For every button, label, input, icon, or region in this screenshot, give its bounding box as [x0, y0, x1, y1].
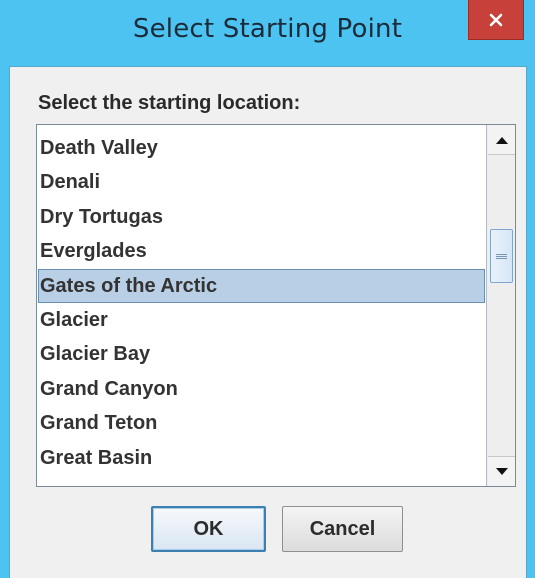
location-list-item[interactable]: Gates of the Arctic [38, 268, 485, 303]
location-list-item[interactable]: Glacier Bay [38, 337, 485, 371]
location-list-item[interactable]: Grand Canyon [38, 372, 485, 406]
location-list-item[interactable]: Great Basin [38, 441, 485, 475]
scroll-thumb[interactable] [490, 229, 513, 283]
prompt-label: Select the starting location: [38, 92, 301, 114]
location-list-item[interactable]: Denali [38, 165, 485, 199]
ok-button[interactable]: OK [151, 506, 266, 552]
close-button[interactable] [468, 0, 524, 40]
location-list-item[interactable]: Dry Tortugas [38, 200, 485, 234]
scroll-track[interactable] [488, 155, 515, 456]
cancel-button[interactable]: Cancel [282, 506, 403, 552]
grip-lines-icon [496, 253, 507, 260]
location-list-item[interactable]: Glacier [38, 303, 485, 337]
dialog-body: Select the starting location: Death Vall… [9, 66, 527, 578]
location-list-items: Death Valley Denali Dry Tortugas Everglades… [37, 125, 486, 486]
title-bar[interactable]: Select Starting Point [0, 0, 535, 66]
location-list[interactable]: Death Valley Denali Dry Tortugas Everglades… [36, 124, 516, 487]
arrow-up-icon [495, 136, 508, 144]
window-title: Select Starting Point [132, 14, 403, 44]
arrow-down-icon [495, 467, 508, 475]
location-list-item[interactable]: Everglades [38, 234, 485, 268]
dialog-window: Select Starting Point Select the startin… [0, 0, 535, 578]
close-x-icon [489, 13, 503, 26]
vertical-scrollbar[interactable] [486, 125, 515, 486]
scroll-up-button[interactable] [488, 125, 515, 155]
location-list-item[interactable]: Grand Teton [38, 406, 485, 440]
scroll-down-button[interactable] [488, 456, 515, 486]
location-list-item[interactable]: Death Valley [38, 131, 485, 165]
